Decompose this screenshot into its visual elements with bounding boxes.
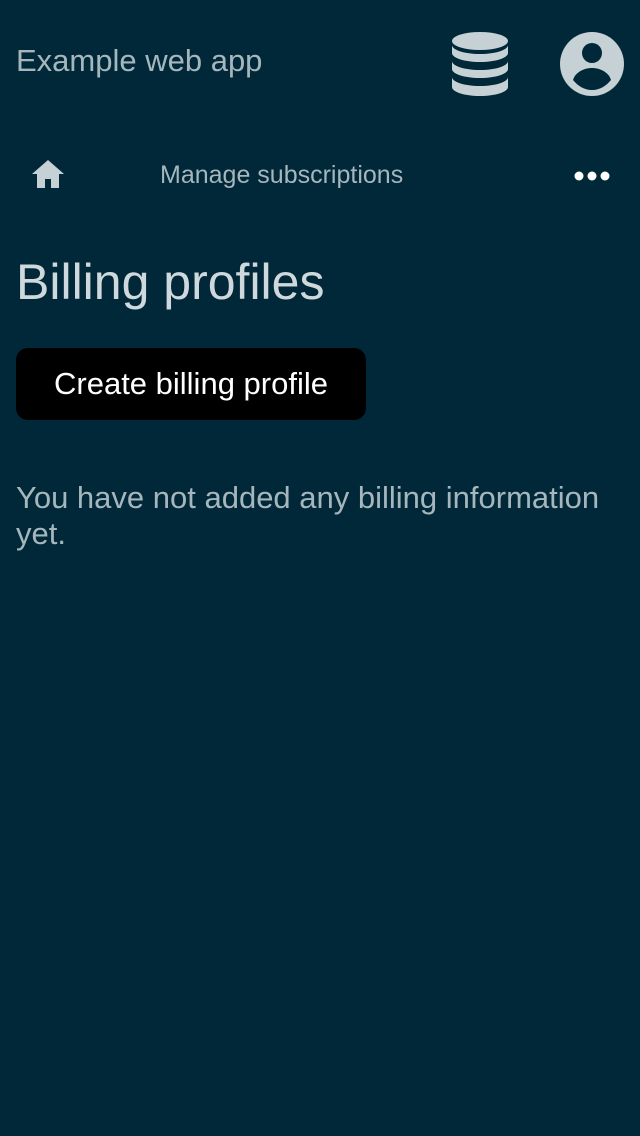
app-title: Example web app [16, 43, 263, 78]
page-title: Billing profiles [16, 254, 325, 310]
account-circle-icon [560, 32, 624, 96]
home-button[interactable] [24, 154, 72, 194]
more-horizontal-icon [574, 171, 610, 181]
home-icon [32, 160, 64, 188]
database-icon [452, 32, 508, 96]
app-header: Example web app [0, 0, 640, 124]
create-billing-profile-button[interactable]: Create billing profile [16, 348, 366, 420]
nav-bar: Manage subscriptions [0, 140, 640, 210]
page: Example web app Manage subscriptions Bil… [0, 0, 640, 1136]
manage-subscriptions-link[interactable]: Manage subscriptions [160, 158, 403, 192]
empty-state-message: You have not added any billing informati… [16, 480, 600, 551]
database-button[interactable] [448, 30, 512, 98]
account-button[interactable] [558, 30, 626, 98]
more-options-button[interactable] [566, 156, 618, 196]
